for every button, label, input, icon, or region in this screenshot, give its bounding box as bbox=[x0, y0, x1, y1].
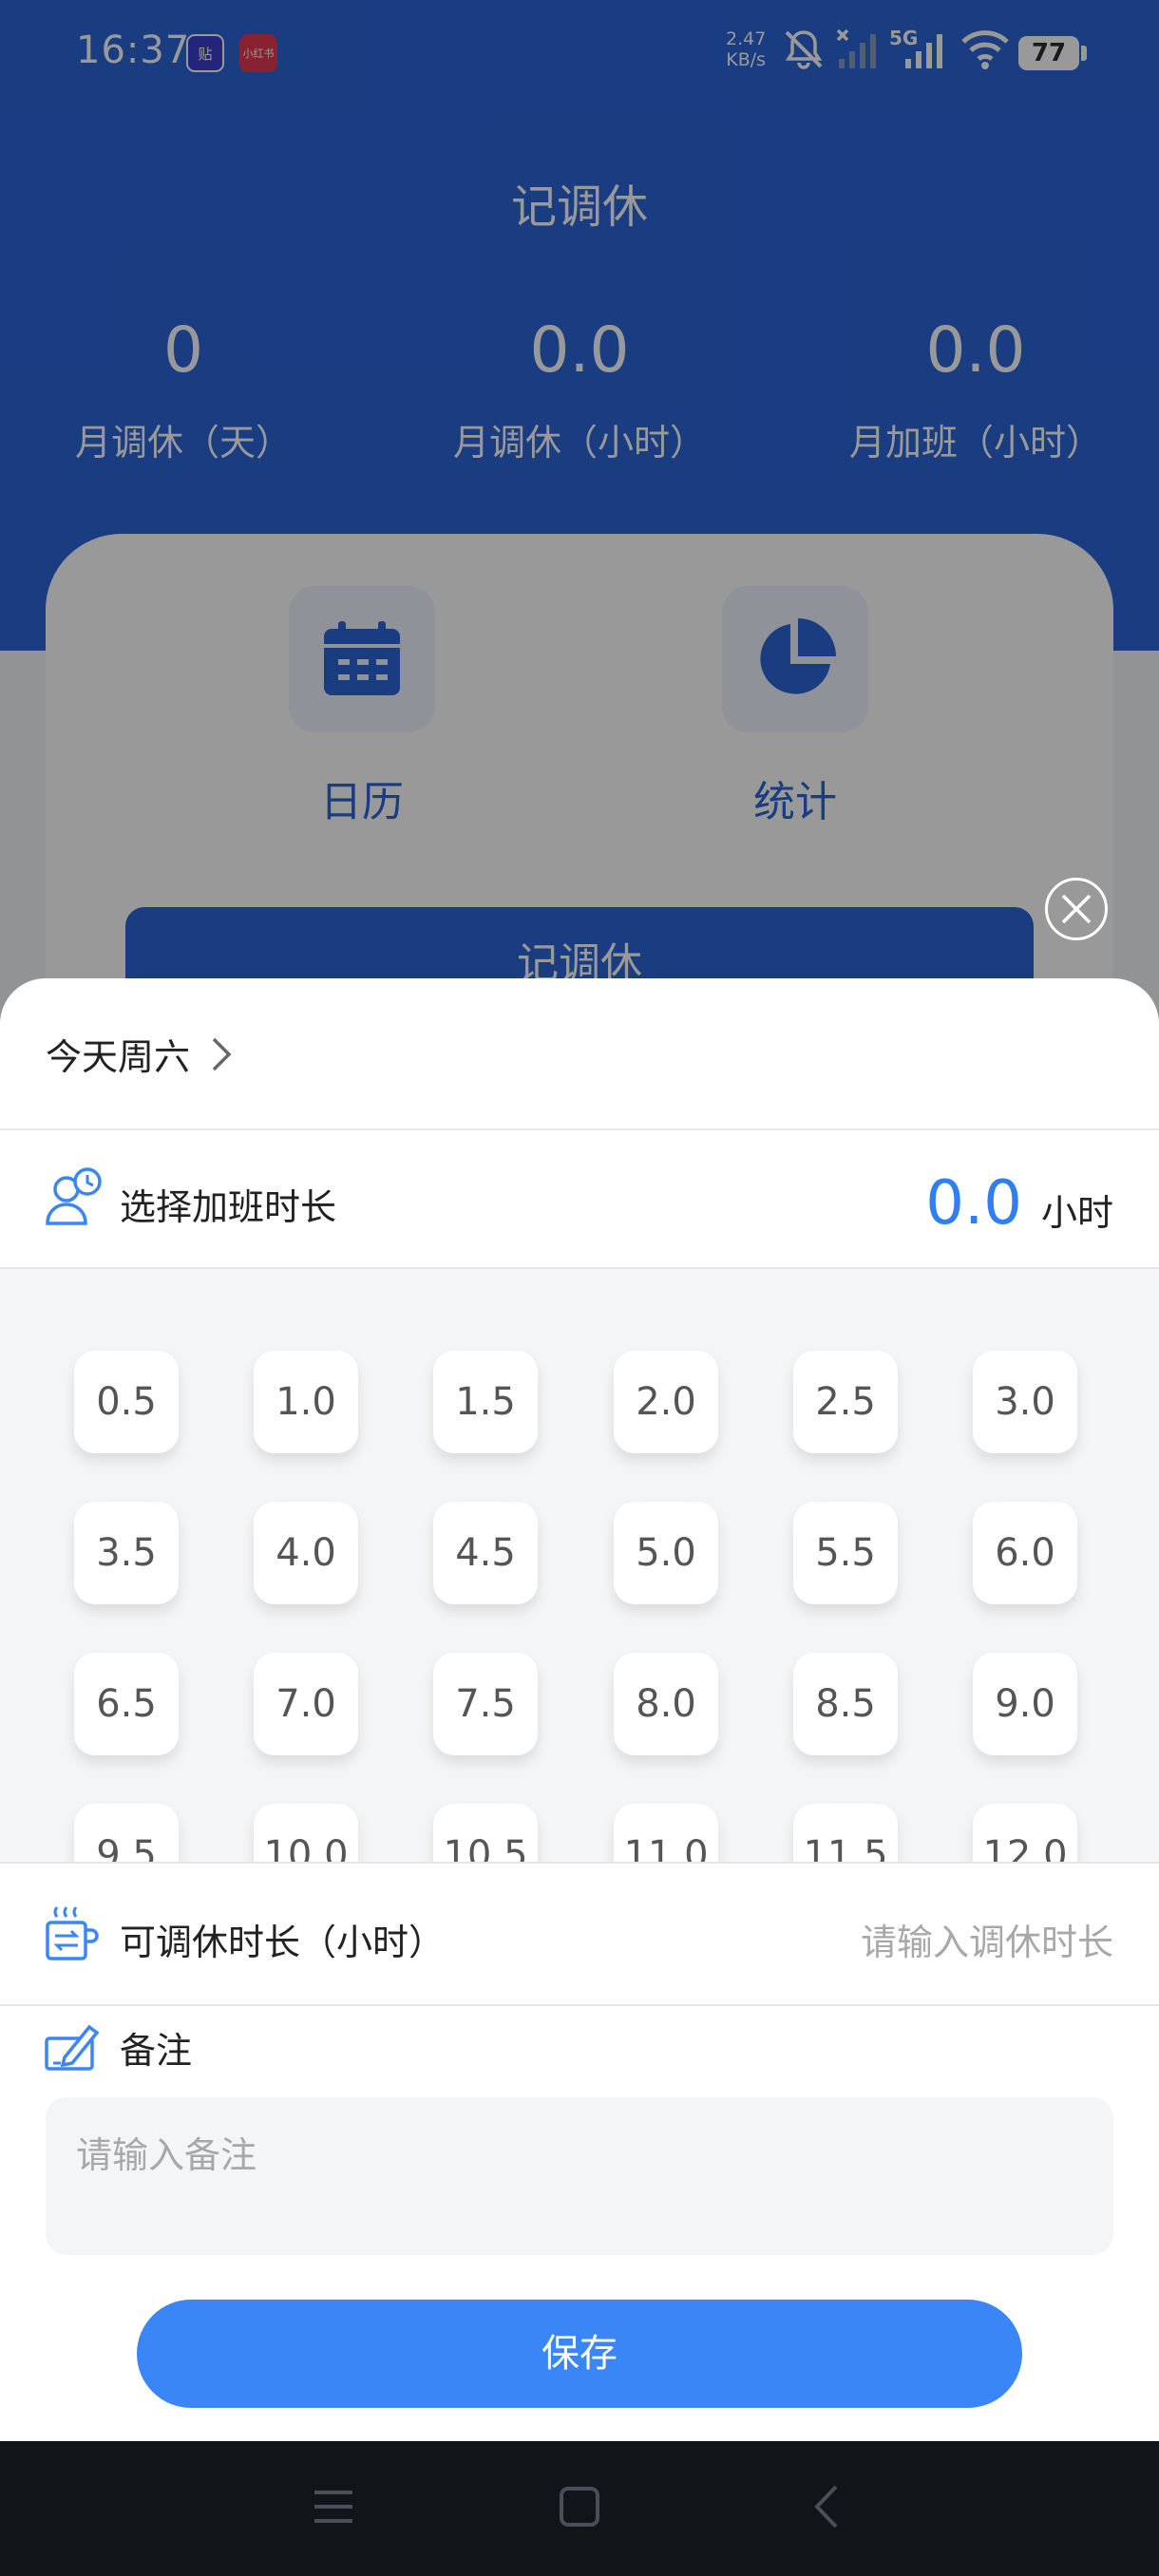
person-clock-icon bbox=[46, 1167, 102, 1225]
hour-option[interactable]: 1.0 bbox=[254, 1351, 358, 1453]
hour-option[interactable]: 7.0 bbox=[254, 1653, 358, 1755]
overtime-duration-unit: 小时 bbox=[1040, 1192, 1113, 1234]
comp-time-row[interactable]: 可调休时长（小时） 请输入调休时长 bbox=[0, 1864, 1159, 2004]
close-icon bbox=[1061, 894, 1092, 924]
hour-option[interactable]: 6.5 bbox=[74, 1653, 179, 1755]
coffee-exchange-icon bbox=[46, 1906, 99, 1960]
hour-option[interactable]: 4.5 bbox=[433, 1502, 538, 1604]
hour-option[interactable]: 12.0 bbox=[973, 1804, 1077, 1863]
hour-option[interactable]: 9.5 bbox=[74, 1804, 179, 1863]
comp-time-label: 可调休时长（小时） bbox=[120, 1922, 446, 1963]
system-nav-bar bbox=[0, 2441, 1159, 2576]
menu-icon[interactable] bbox=[312, 2483, 355, 2530]
overtime-duration-label: 选择加班时长 bbox=[120, 1186, 337, 1228]
remark-label: 备注 bbox=[120, 2030, 193, 2072]
hour-option[interactable]: 6.0 bbox=[973, 1502, 1077, 1604]
hour-option[interactable]: 8.0 bbox=[614, 1653, 718, 1755]
hour-option[interactable]: 11.5 bbox=[793, 1804, 898, 1863]
overtime-duration-row: 选择加班时长 0.0 小时 bbox=[0, 1130, 1159, 1269]
remark-input[interactable]: 请输入备注 bbox=[46, 2097, 1113, 2255]
hour-options-grid: 0.5 1.0 1.5 2.0 2.5 3.0 3.5 4.0 4.5 5.0 … bbox=[0, 1269, 1159, 1863]
hour-option[interactable]: 2.0 bbox=[614, 1351, 718, 1453]
edit-note-icon bbox=[45, 2024, 100, 2071]
hour-option[interactable]: 11.0 bbox=[614, 1804, 718, 1863]
close-button[interactable] bbox=[1045, 878, 1108, 940]
home-icon[interactable] bbox=[558, 2483, 601, 2530]
comp-time-input[interactable]: 请输入调休时长 bbox=[861, 1913, 1113, 1965]
hour-option[interactable]: 10.5 bbox=[433, 1804, 538, 1863]
back-icon[interactable] bbox=[808, 2483, 846, 2530]
hour-option[interactable]: 10.0 bbox=[254, 1804, 358, 1863]
hour-option[interactable]: 8.5 bbox=[793, 1653, 898, 1755]
hour-option[interactable]: 0.5 bbox=[74, 1351, 179, 1453]
record-overtime-sheet: 今天周六 选择加班时长 0.0 小时 0.5 1.0 1.5 2.0 2.5 3… bbox=[0, 978, 1159, 2441]
hour-option[interactable]: 7.5 bbox=[433, 1653, 538, 1755]
divider bbox=[0, 2004, 1159, 2006]
hour-option[interactable]: 4.0 bbox=[254, 1502, 358, 1604]
remark-placeholder: 请输入备注 bbox=[76, 2134, 257, 2176]
date-selector[interactable]: 今天周六 bbox=[46, 1028, 232, 1080]
chevron-right-icon bbox=[212, 1037, 232, 1070]
date-label: 今天周六 bbox=[46, 1036, 191, 1078]
overtime-duration-value: 0.0 bbox=[925, 1168, 1022, 1239]
hour-option[interactable]: 5.5 bbox=[793, 1502, 898, 1604]
save-button[interactable]: 保存 bbox=[137, 2300, 1022, 2408]
hour-option[interactable]: 3.0 bbox=[973, 1351, 1077, 1453]
hour-option[interactable]: 3.5 bbox=[74, 1502, 179, 1604]
hour-option[interactable]: 1.5 bbox=[433, 1351, 538, 1453]
hour-option[interactable]: 2.5 bbox=[793, 1351, 898, 1453]
hour-option[interactable]: 5.0 bbox=[614, 1502, 718, 1604]
hour-option[interactable]: 9.0 bbox=[973, 1653, 1077, 1755]
